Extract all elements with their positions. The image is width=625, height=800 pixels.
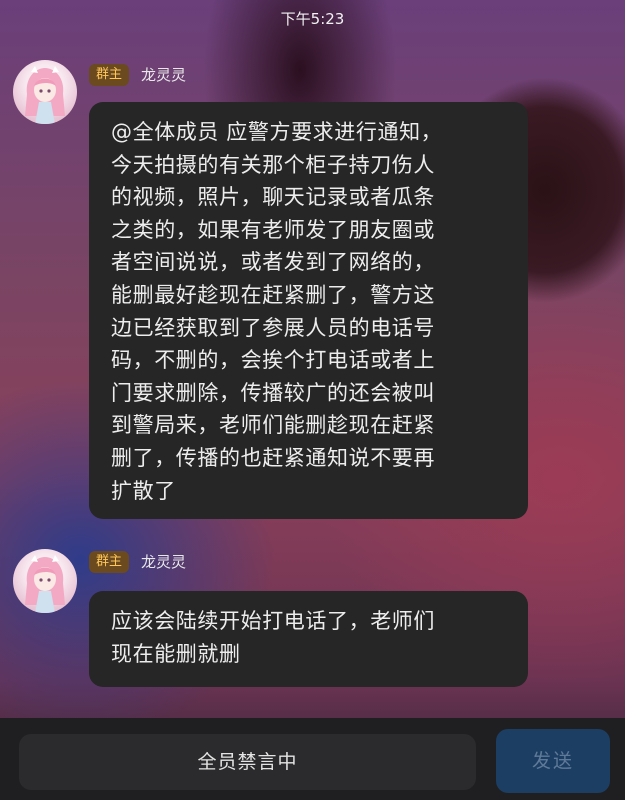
avatar[interactable]: [13, 60, 77, 124]
owner-badge: 群主: [89, 551, 130, 573]
avatar[interactable]: [13, 549, 77, 613]
avatar-image: [25, 66, 65, 124]
avatar-image: [25, 555, 65, 613]
sender-name[interactable]: 龙灵灵: [141, 551, 186, 573]
sender-name[interactable]: 龙灵灵: [141, 64, 186, 86]
status-time: 下午5:23: [280, 10, 345, 28]
message-bubble[interactable]: @全体成员 应警方要求进行通知， 今天拍摄的有关那个柜子持刀伤人 的视频，照片，…: [89, 102, 528, 519]
owner-badge: 群主: [89, 64, 130, 86]
muted-input-field[interactable]: 全员禁言中: [19, 734, 476, 790]
send-button[interactable]: 发送: [496, 729, 610, 793]
message-bubble[interactable]: 应该会陆续开始打电话了，老师们 现在能删就删: [89, 591, 528, 687]
